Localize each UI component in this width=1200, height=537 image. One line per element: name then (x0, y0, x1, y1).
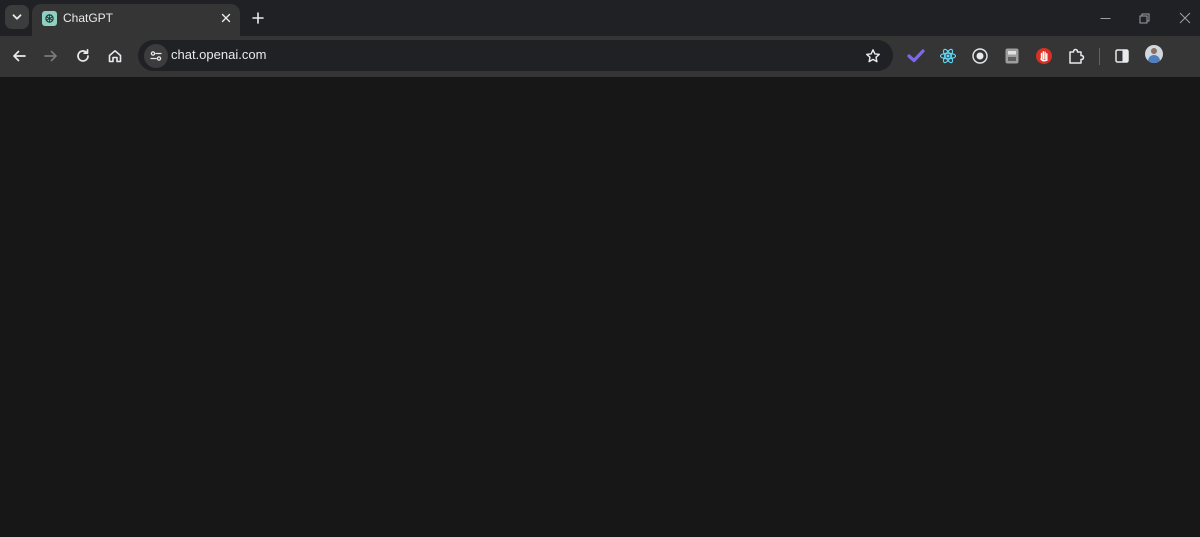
red-hand-extension-icon (1036, 48, 1052, 64)
target-extension-icon (972, 48, 988, 64)
printer-extension-button[interactable] (1000, 44, 1024, 68)
browser-toolbar: chat.openai.com (0, 36, 1200, 77)
restore-icon (1139, 13, 1149, 23)
checkmark-extension-icon (907, 49, 925, 63)
home-icon (108, 50, 122, 63)
chevron-down-icon (12, 14, 22, 20)
site-info-button[interactable] (144, 44, 168, 68)
address-bar[interactable]: chat.openai.com (138, 40, 893, 71)
openai-icon (42, 11, 57, 26)
star-icon (866, 49, 880, 63)
tune-icon (150, 51, 162, 61)
tab-search-button[interactable] (5, 5, 29, 29)
react-devtools-button[interactable] (936, 44, 960, 68)
tab-chatgpt[interactable]: ChatGPT (32, 4, 240, 36)
close-window-icon (1179, 12, 1191, 24)
close-icon (221, 13, 231, 23)
close-window-button[interactable] (1162, 0, 1200, 36)
avatar-body (1148, 55, 1160, 63)
printer-extension-icon (1005, 48, 1019, 64)
new-tab-button[interactable] (248, 8, 268, 28)
puzzle-extensions-icon (1069, 48, 1085, 64)
back-arrow-icon (13, 50, 26, 62)
side-panel-button[interactable] (1110, 44, 1134, 68)
restore-button[interactable] (1121, 0, 1167, 36)
plus-icon (252, 12, 264, 24)
tab-title: ChatGPT (63, 11, 114, 25)
back-button[interactable] (6, 43, 32, 69)
side-panel-icon (1115, 49, 1129, 63)
tab-strip: ChatGPT (0, 0, 1200, 36)
reload-icon (77, 48, 89, 62)
extensions-menu-button[interactable] (1064, 44, 1088, 68)
react-devtools-icon (939, 48, 957, 64)
forward-arrow-icon (44, 50, 57, 62)
url-text[interactable]: chat.openai.com (171, 47, 266, 62)
red-hand-extension-button[interactable] (1032, 44, 1056, 68)
target-extension-button[interactable] (968, 44, 992, 68)
close-tab-button[interactable] (218, 10, 234, 26)
avatar-head (1151, 48, 1157, 54)
minimize-icon (1100, 17, 1110, 19)
checkmark-extension-button[interactable] (904, 44, 928, 68)
page-content (0, 77, 1200, 537)
browser-window: ChatGPT chat.openai.com (0, 0, 1200, 537)
home-button[interactable] (102, 43, 128, 69)
toolbar-divider (1099, 48, 1100, 65)
reload-button[interactable] (70, 43, 96, 69)
forward-button[interactable] (38, 43, 64, 69)
avatar[interactable] (1145, 45, 1163, 63)
bookmark-button[interactable] (862, 45, 884, 67)
